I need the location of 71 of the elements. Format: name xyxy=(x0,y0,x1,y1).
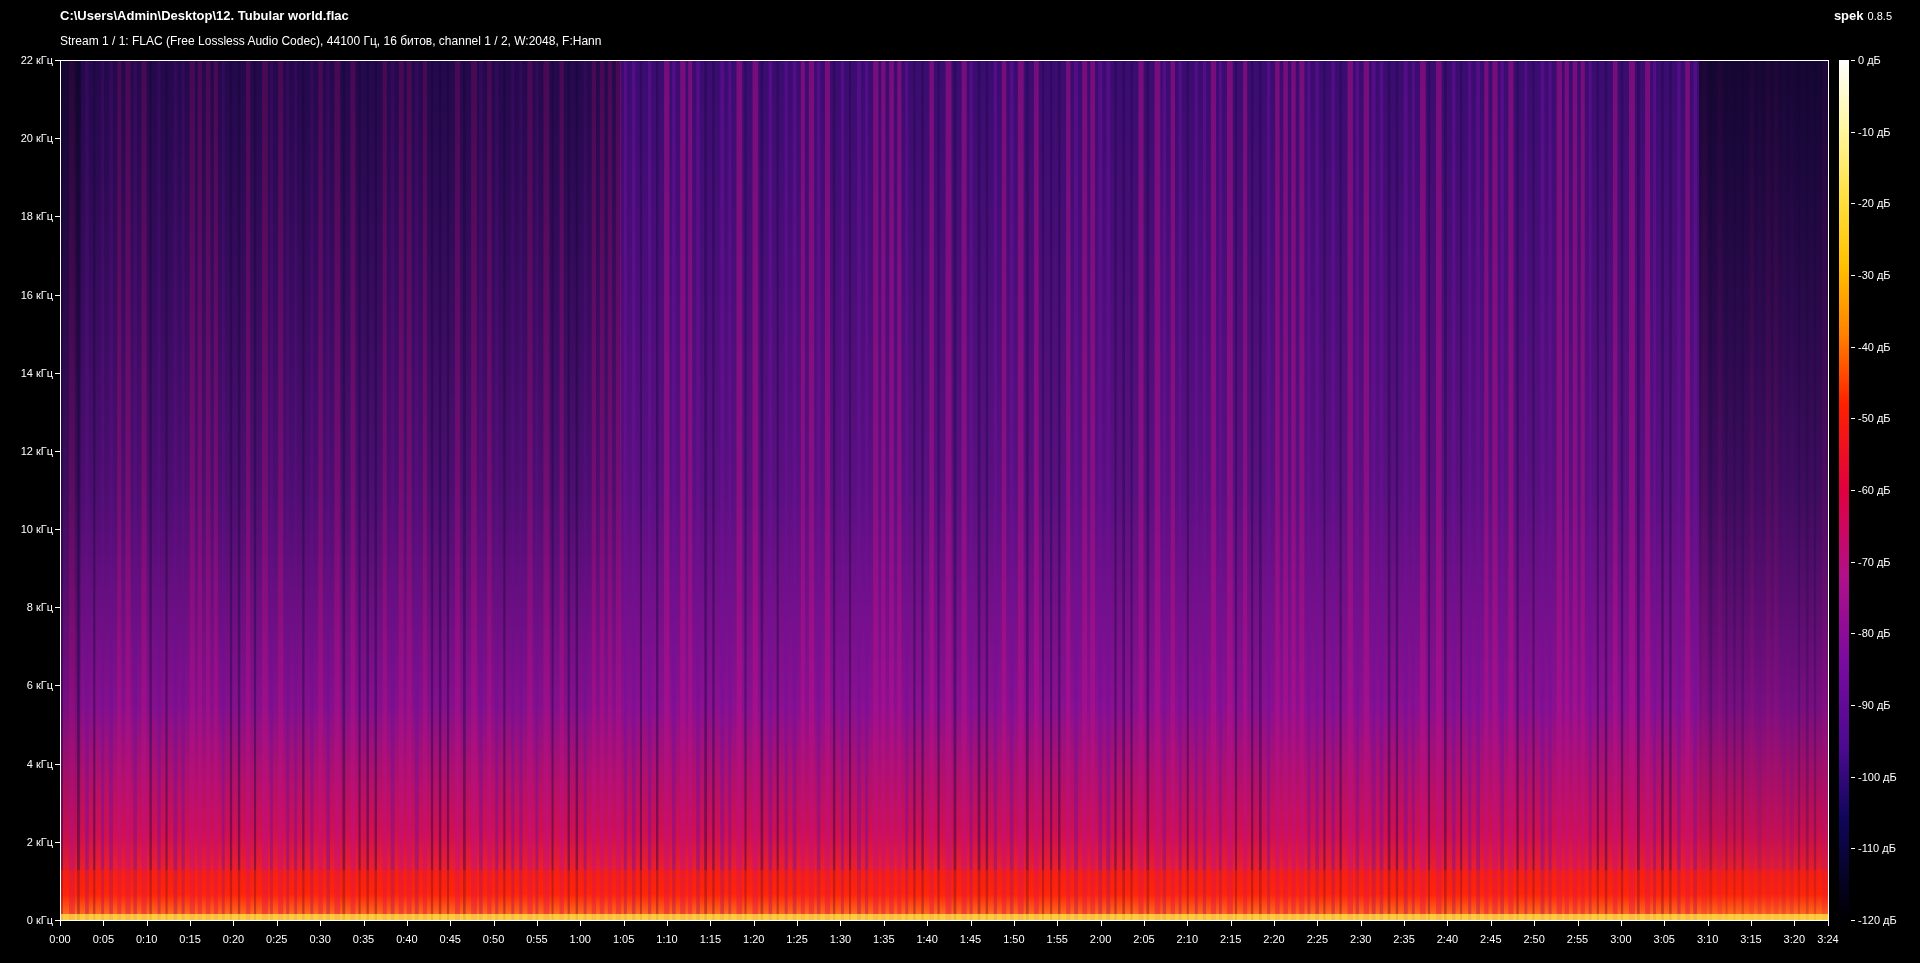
time-label: 0:15 xyxy=(179,933,201,945)
time-label: 3:24 xyxy=(1817,933,1839,945)
time-label: 0:45 xyxy=(439,933,461,945)
time-label: 1:35 xyxy=(873,933,895,945)
level-label: -110 дБ xyxy=(1858,842,1896,855)
frequency-label: 2 кГц xyxy=(26,835,53,848)
time-label: 1:05 xyxy=(612,933,635,945)
level-label: -20 дБ xyxy=(1858,197,1891,210)
frequency-label: 10 кГц xyxy=(20,523,53,536)
time-label: 0:30 xyxy=(309,933,331,945)
app-version: 0.8.5 xyxy=(1867,10,1892,22)
time-label: 2:25 xyxy=(1306,933,1329,945)
level-label: -50 дБ xyxy=(1858,412,1891,425)
level-label: -80 дБ xyxy=(1858,627,1891,640)
time-label: 3:15 xyxy=(1740,933,1762,945)
time-label: 2:40 xyxy=(1436,933,1459,945)
time-label: 0:35 xyxy=(352,933,375,945)
frequency-label: 4 кГц xyxy=(26,757,53,770)
time-label: 1:40 xyxy=(916,933,938,945)
level-label: -60 дБ xyxy=(1858,484,1891,496)
level-label: -100 дБ xyxy=(1858,770,1897,783)
time-label: 2:20 xyxy=(1263,933,1285,945)
level-label: -10 дБ xyxy=(1858,125,1891,138)
time-label: 2:55 xyxy=(1566,933,1589,945)
time-label: 1:30 xyxy=(829,933,852,945)
time-label: 3:00 xyxy=(1610,933,1632,945)
time-label: 2:50 xyxy=(1523,933,1545,945)
level-label: -90 дБ xyxy=(1858,699,1891,711)
time-label: 1:20 xyxy=(743,933,765,945)
frequency-label: 12 кГц xyxy=(20,444,53,457)
frequency-label: 6 кГц xyxy=(26,679,53,692)
time-label: 3:20 xyxy=(1783,933,1805,945)
frequency-label: 8 кГц xyxy=(26,601,53,614)
time-label: 0:00 xyxy=(49,933,71,945)
time-label: 2:10 xyxy=(1176,933,1198,945)
time-label: 2:45 xyxy=(1480,933,1502,945)
time-label: 1:25 xyxy=(786,933,808,945)
file-path: C:\Users\Admin\Desktop\12. Tubular world.flac xyxy=(60,8,350,23)
time-label: 1:45 xyxy=(959,933,982,945)
level-label: -120 дБ xyxy=(1858,914,1897,926)
time-label: 1:15 xyxy=(699,933,722,945)
time-label: 2:05 xyxy=(1133,933,1155,945)
time-label: 0:50 xyxy=(482,933,505,945)
time-label: 2:30 xyxy=(1350,933,1372,945)
stream-info: Stream 1 / 1: FLAC (Free Lossless Audio Codec), 44100 Гц, 16 битов, channel 1 / 2, W:2048, F:Hann xyxy=(60,34,602,48)
time-label: 1:55 xyxy=(1046,933,1068,945)
app-name: spek xyxy=(1833,8,1864,23)
level-label: -30 дБ xyxy=(1858,269,1891,281)
time-label: 2:15 xyxy=(1219,933,1242,945)
frequency-label: 18 кГц xyxy=(20,210,53,223)
time-label: 2:35 xyxy=(1393,933,1415,945)
time-label: 2:00 xyxy=(1089,933,1112,945)
level-label: -40 дБ xyxy=(1858,340,1891,353)
time-label: 0:20 xyxy=(222,933,245,945)
time-label: 0:40 xyxy=(396,933,418,945)
level-label: -70 дБ xyxy=(1858,555,1891,568)
time-label: 1:50 xyxy=(1003,933,1025,945)
time-label: 1:00 xyxy=(569,933,591,945)
frequency-label: 0 кГц xyxy=(26,914,53,926)
level-label: 0 дБ xyxy=(1858,54,1881,66)
time-label: 0:55 xyxy=(526,933,548,945)
time-label: 0:10 xyxy=(136,933,158,945)
frequency-label: 14 кГц xyxy=(20,366,53,379)
frequency-label: 22 кГц xyxy=(20,54,53,66)
time-label: 3:10 xyxy=(1696,933,1719,945)
time-label: 0:05 xyxy=(92,933,115,945)
time-label: 0:25 xyxy=(266,933,288,945)
time-label: 3:05 xyxy=(1653,933,1675,945)
frequency-label: 20 кГц xyxy=(20,132,53,145)
time-label: 1:10 xyxy=(656,933,678,945)
frequency-label: 16 кГц xyxy=(20,288,53,301)
